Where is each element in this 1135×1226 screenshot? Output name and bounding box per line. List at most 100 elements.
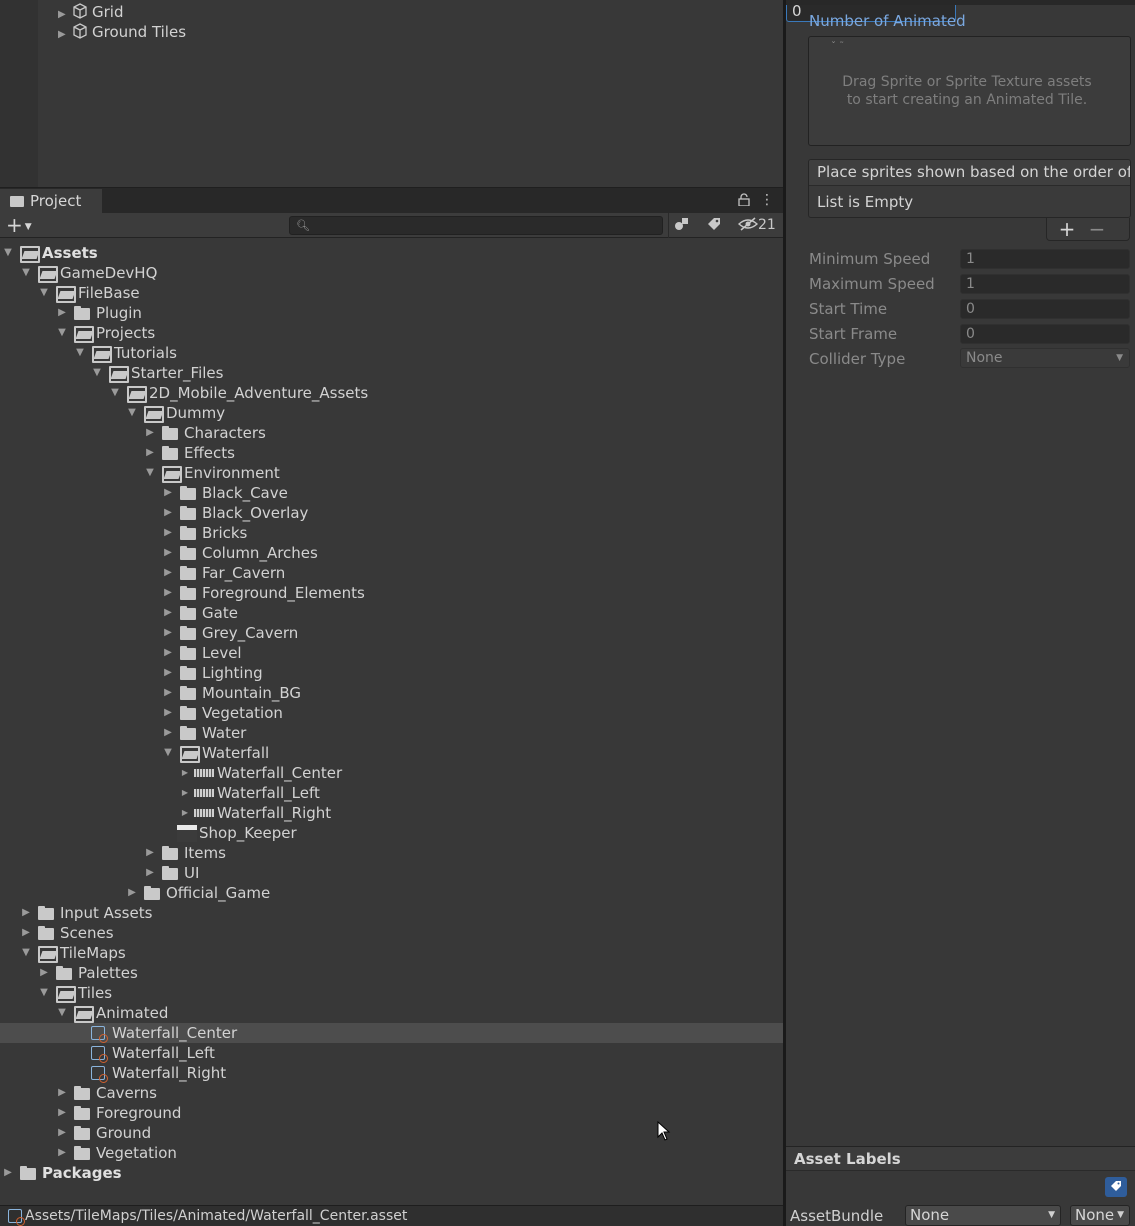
expand-arrow-open-icon[interactable]: ▼ [126,403,138,423]
tree-item[interactable]: ▼ Starter_Files [0,363,783,383]
expand-arrow-open-icon[interactable]: ▼ [162,743,174,763]
remove-element-button[interactable]: − [1087,218,1107,240]
tree-item[interactable]: ▶ Waterfall_Center [0,763,783,783]
tree-item[interactable]: ▼ Assets [0,243,783,263]
expand-arrow-icon[interactable]: ▶ [162,583,174,603]
start-time-field[interactable]: 0 [960,299,1130,319]
expand-arrow-icon[interactable]: ▶ [179,803,191,823]
expand-arrow-open-icon[interactable]: ▼ [56,323,68,343]
tree-item[interactable]: ▶ Items [0,843,783,863]
expand-arrow-open-icon[interactable]: ▼ [38,283,50,303]
tree-item[interactable]: ▶ Mountain_BG [0,683,783,703]
tree-item[interactable]: ▼ Waterfall [0,743,783,763]
tree-item[interactable]: ▶ Palettes [0,963,783,983]
tree-item[interactable]: ▶ Plugin [0,303,783,323]
filter-by-label-icon[interactable] [706,216,722,235]
hierarchy-item-grid[interactable]: ▶ Grid [58,2,123,22]
tree-item[interactable]: ▶ Effects [0,443,783,463]
expand-arrow-icon[interactable]: ▶ [162,503,174,523]
expand-arrow-icon[interactable]: ▶ [144,423,156,443]
add-element-button[interactable]: + [1057,218,1077,240]
expand-arrow-icon[interactable]: ▶ [144,863,156,883]
expand-arrow-open-icon[interactable]: ▼ [20,943,32,963]
expand-arrow-icon[interactable]: ▶ [56,1123,68,1143]
search-input[interactable] [310,217,660,234]
expand-arrow-icon[interactable]: ▶ [162,683,174,703]
more-options-icon[interactable]: ⋮ [760,192,774,208]
tree-item[interactable]: ▶ Level [0,643,783,663]
tree-item[interactable]: ▶ Characters [0,423,783,443]
tree-item[interactable]: ▶ Scenes [0,923,783,943]
expand-arrow-icon[interactable]: ▶ [2,1163,14,1183]
tree-item[interactable]: Waterfall_Left [0,1043,783,1063]
tree-item[interactable]: ▼ Dummy [0,403,783,423]
label-tag-icon[interactable] [1105,1177,1127,1197]
expand-arrow-icon[interactable]: ▶ [162,623,174,643]
tree-item[interactable]: ▶ Lighting [0,663,783,683]
maximum-speed-field[interactable]: 1 [960,274,1130,294]
tree-item[interactable]: ▼ Projects [0,323,783,343]
filter-by-type-icon[interactable] [674,216,690,235]
tree-item[interactable]: ▼ TileMaps [0,943,783,963]
asset-labels-header[interactable]: Asset Labels [786,1146,1135,1171]
sprite-drop-zone[interactable]: ˇ ˜ Drag Sprite or Sprite Texture assets… [808,36,1131,146]
tree-item[interactable]: ▶ Bricks [0,523,783,543]
tree-item[interactable]: ▶ Foreground [0,1103,783,1123]
collider-type-dropdown[interactable]: None ▼ [960,348,1130,368]
expand-arrow-open-icon[interactable]: ▼ [91,363,103,383]
expand-arrow-open-icon[interactable]: ▼ [56,1003,68,1023]
tree-item[interactable]: ▼ Animated [0,1003,783,1023]
expand-arrow-icon[interactable]: ▶ [179,783,191,803]
expand-arrow-icon[interactable]: ▶ [20,903,32,923]
expand-arrow-icon[interactable]: ▶ [162,483,174,503]
tree-item[interactable]: ▶ Grey_Cavern [0,623,783,643]
tree-item[interactable]: ▼ Environment [0,463,783,483]
expand-arrow-icon[interactable]: ▶ [56,1103,68,1123]
assetbundle-dropdown[interactable]: None ▼ [905,1205,1061,1226]
lock-icon[interactable] [738,193,752,207]
tree-item[interactable]: ▼ FileBase [0,283,783,303]
expand-arrow-open-icon[interactable]: ▼ [38,983,50,1003]
tree-item[interactable]: ▶ Waterfall_Right [0,803,783,823]
hidden-packages-toggle[interactable]: 21 [737,216,778,235]
tree-item[interactable]: ▶ Gate [0,603,783,623]
tree-item[interactable]: ▶ Waterfall_Left [0,783,783,803]
expand-arrow-open-icon[interactable]: ▼ [20,263,32,283]
expand-arrow-icon[interactable]: ▶ [126,883,138,903]
tree-item[interactable]: Waterfall_Right [0,1063,783,1083]
expand-arrow-open-icon[interactable]: ▼ [74,343,86,363]
expand-arrow-icon[interactable]: ▶ [56,1143,68,1163]
tree-item[interactable]: ▼ Tiles [0,983,783,1003]
tree-item[interactable]: ▼ 2D_Mobile_Adventure_Assets [0,383,783,403]
tree-item[interactable]: ▶ Caverns [0,1083,783,1103]
expand-arrow-icon[interactable]: ▶ [38,963,50,983]
expand-arrow-icon[interactable]: ▶ [162,543,174,563]
tree-item[interactable]: ▶ Input Assets [0,903,783,923]
expand-arrow-icon[interactable]: ▶ [56,303,68,323]
tree-item[interactable]: ▶ Black_Cave [0,483,783,503]
tree-item[interactable]: ▶ Far_Cavern [0,563,783,583]
expand-arrow-icon[interactable]: ▶ [162,563,174,583]
expand-arrow-icon[interactable]: ▶ [20,923,32,943]
create-button[interactable]: + ▼ [6,215,40,235]
expand-arrow-icon[interactable]: ▶ [144,443,156,463]
tree-item[interactable]: ▼ Tutorials [0,343,783,363]
tree-item[interactable]: ▶ Vegetation [0,1143,783,1163]
tree-item[interactable]: ▶ Vegetation [0,703,783,723]
expand-arrow-icon[interactable]: ▶ [162,663,174,683]
expand-arrow-icon[interactable]: ▶ [144,843,156,863]
expand-arrow-icon[interactable]: ▶ [162,643,174,663]
search-box[interactable]: 🔍︎ [289,216,663,235]
expand-arrow-icon[interactable]: ▶ [162,603,174,623]
hierarchy-item-ground-tiles[interactable]: ▶ Ground Tiles [58,22,186,42]
start-frame-field[interactable]: 0 [960,324,1130,344]
tree-item[interactable]: ▶ Official_Game [0,883,783,903]
expand-arrow-open-icon[interactable]: ▼ [109,383,121,403]
expand-arrow-icon[interactable]: ▶ [179,763,191,783]
tree-item[interactable]: ▶ Column_Arches [0,543,783,563]
tree-item[interactable]: ▶ Foreground_Elements [0,583,783,603]
tree-item[interactable]: Shop_Keeper [0,823,783,843]
expand-arrow-open-icon[interactable]: ▼ [2,243,14,263]
tree-item[interactable]: ▶ UI [0,863,783,883]
expand-arrow-icon[interactable]: ▶ [58,25,72,45]
